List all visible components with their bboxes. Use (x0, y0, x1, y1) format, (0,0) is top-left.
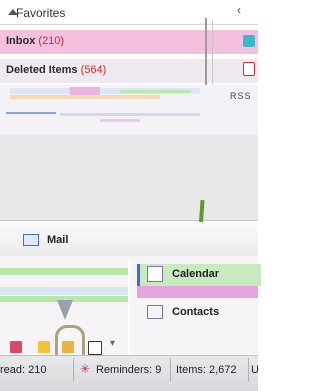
folder-inbox-name: Inbox (6, 35, 36, 47)
contacts-icon (147, 305, 163, 319)
status-separator (73, 358, 74, 382)
inbox-folder-icon (243, 35, 255, 47)
folder-inbox[interactable]: Inbox (210) (0, 30, 258, 54)
nav-strip (0, 268, 128, 275)
pane-divider (205, 18, 207, 86)
folder-deleted-items[interactable]: Deleted Items (564) (0, 59, 258, 83)
folder-inbox-count: (210) (38, 35, 65, 47)
chevron-left-icon[interactable]: ‹ (237, 3, 241, 17)
status-extra: U (251, 364, 259, 376)
nav-strip (0, 287, 128, 295)
trash-icon (243, 62, 255, 76)
mail-label: Mail (47, 234, 69, 246)
asterisk-icon[interactable]: ✳ (80, 362, 90, 376)
status-reminders[interactable]: Reminders: 9 (96, 364, 161, 376)
folder-deleted-name: Deleted Items (6, 64, 78, 76)
journal-icon[interactable] (38, 341, 50, 353)
splitter-line[interactable] (0, 220, 258, 221)
calendar-icon (147, 266, 163, 282)
folder-tree-area (0, 85, 258, 135)
folder-deleted-label: Deleted Items (564) (6, 64, 106, 76)
notes-icon[interactable] (10, 341, 22, 353)
chevron-down-icon[interactable]: ▾ (110, 338, 115, 349)
nav-divider (128, 258, 130, 354)
status-unread: read: 210 (0, 364, 47, 376)
contacts-nav-button[interactable]: Contacts (172, 306, 219, 318)
favorites-label: Favorites (16, 6, 66, 20)
pane-divider-light (212, 20, 213, 86)
status-separator (170, 358, 171, 382)
folder-inbox-label: Inbox (210) (6, 35, 64, 47)
folder-deleted-count: (564) (80, 64, 107, 76)
rss-feeds-label: RSS (230, 91, 252, 101)
status-separator (248, 358, 249, 382)
mail-icon (23, 234, 39, 246)
calendar-highlight (137, 286, 258, 298)
favorites-divider (0, 24, 258, 25)
shortcuts-icon[interactable] (88, 341, 102, 355)
navigation-empty-area (0, 135, 258, 220)
status-items: Items: 2,672 (176, 364, 237, 376)
calendar-label: Calendar (172, 268, 220, 280)
annotation-arrow (57, 300, 73, 320)
